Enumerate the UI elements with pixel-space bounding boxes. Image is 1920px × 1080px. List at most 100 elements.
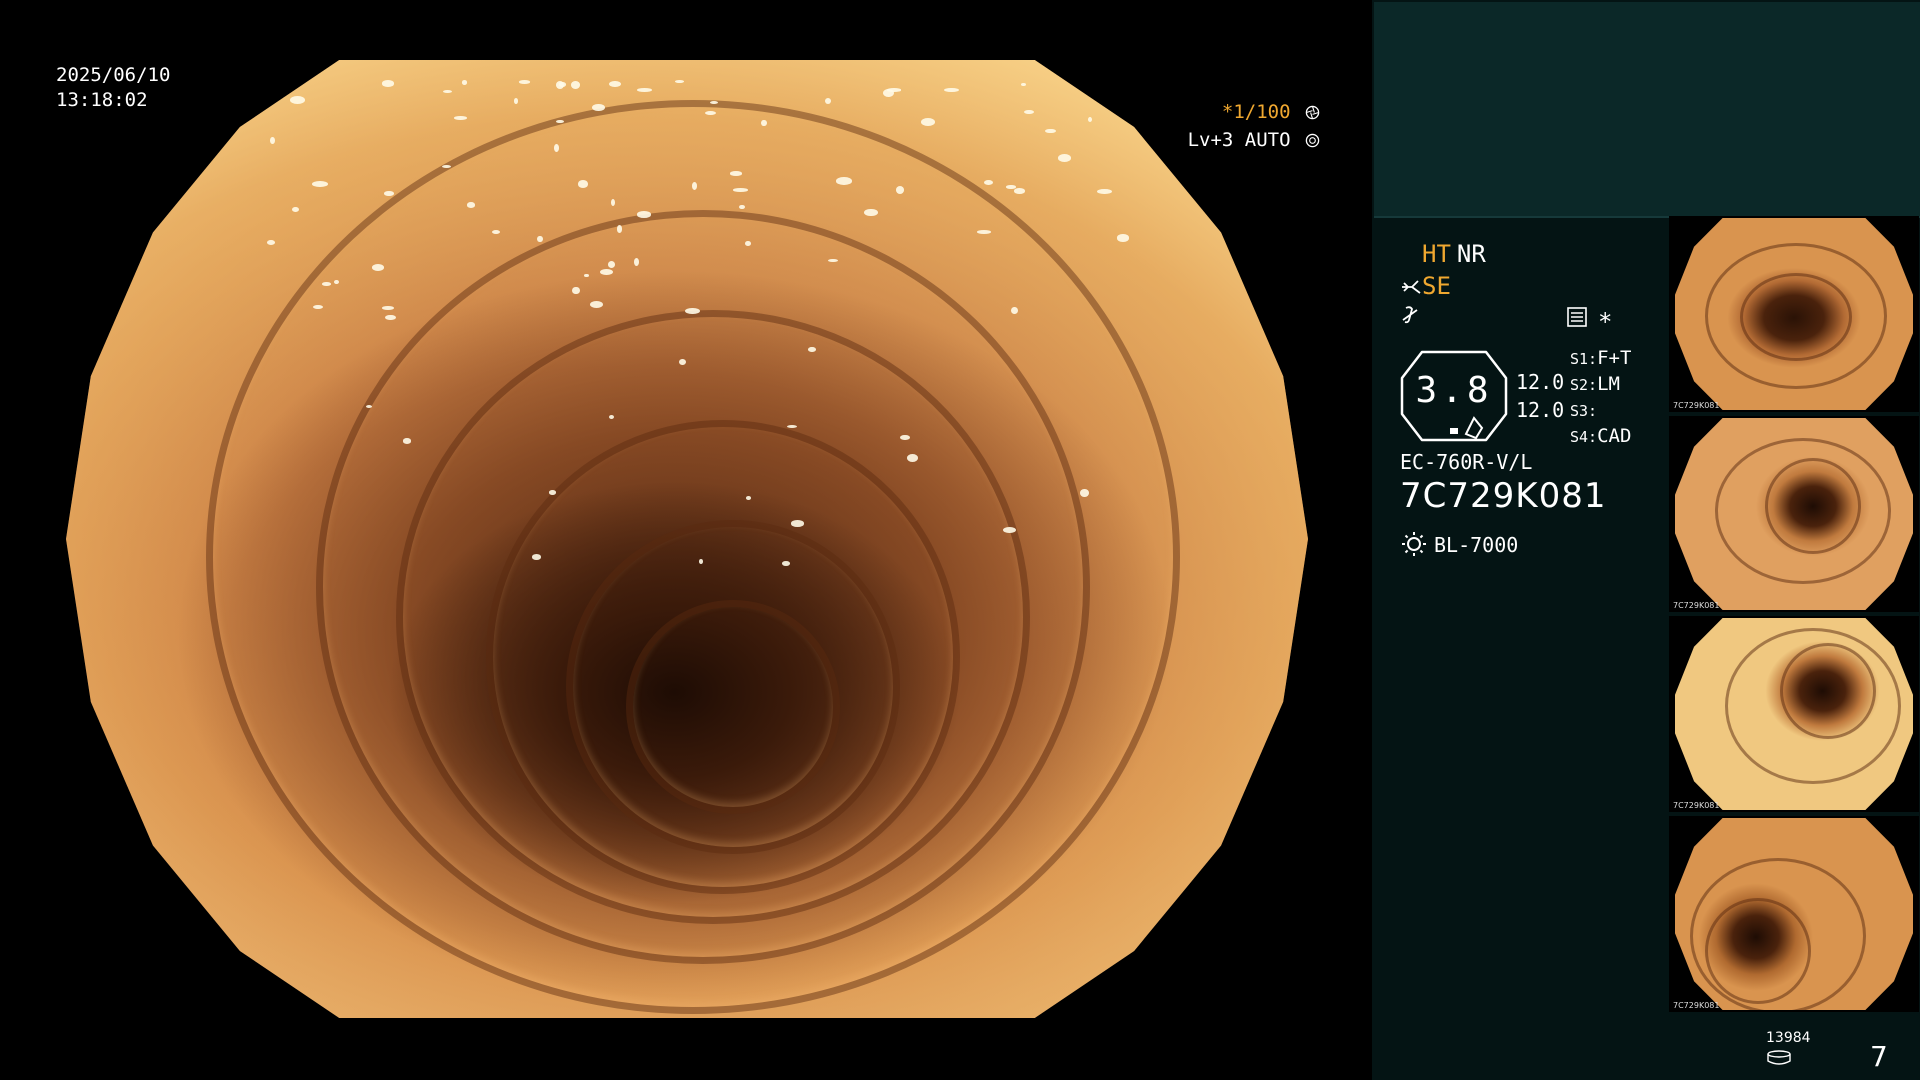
- zoom-value: 3.8: [1415, 370, 1493, 411]
- thumbnail-image: [1675, 618, 1913, 810]
- scope-serial: 7C729K081: [1400, 476, 1607, 516]
- pressure-value: 12.0: [1516, 370, 1565, 394]
- disk-icon: [1767, 1050, 1791, 1065]
- thumbnail[interactable]: 7C729K081: [1669, 816, 1919, 1012]
- glare-spot: [443, 89, 453, 94]
- switch-row: S1:F+T: [1570, 346, 1631, 372]
- thumbnail-image: [1675, 218, 1913, 410]
- switch-value: LM: [1597, 373, 1620, 395]
- glare-spot: [321, 282, 331, 286]
- lamp-icon: [1402, 532, 1426, 556]
- shutter-speed: *1/100: [1221, 101, 1291, 123]
- aperture-icon: [1305, 105, 1320, 120]
- mucosal-fold: [1705, 898, 1811, 1004]
- timestamp: 2025/06/10 13:18:02: [56, 63, 170, 113]
- glare-spot: [1021, 83, 1027, 87]
- glare-spot: [383, 191, 394, 196]
- switch-value: CAD: [1597, 425, 1632, 447]
- switch-key: S2:: [1570, 376, 1598, 394]
- glare-spot: [906, 454, 918, 462]
- asterisk-icon: *: [1598, 308, 1613, 336]
- glare-spot: [679, 358, 686, 366]
- glare-spot: [636, 87, 653, 92]
- info-panel: HT NR SE * 3.8 12.0 12.0 S1:F+T S2:LM S3…: [1372, 0, 1920, 1080]
- glare-spot: [1113, 95, 1123, 100]
- glare-spot: [808, 347, 816, 353]
- glare-spot: [333, 279, 339, 285]
- glare-spot: [570, 81, 581, 90]
- glare-spot: [555, 81, 564, 90]
- glare-spot: [290, 96, 306, 104]
- glare-spot: [381, 80, 395, 87]
- thumbnail[interactable]: 7C729K081: [1669, 416, 1919, 612]
- glare-spot: [1117, 234, 1129, 242]
- glare-spot: [983, 180, 994, 186]
- thumbnail-caption: 7C729K081: [1673, 601, 1720, 610]
- glare-spot: [1011, 306, 1018, 314]
- glare-spot: [710, 100, 719, 104]
- glare-spot: [1057, 154, 1071, 162]
- thumbnail-caption: 7C729K081: [1673, 401, 1720, 410]
- glare-spot: [536, 235, 543, 243]
- thumbnail[interactable]: 7C729K081: [1669, 216, 1919, 412]
- switch-assignments: S1:F+T S2:LM S3: S4:CAD: [1570, 346, 1631, 450]
- brightness-level: Lv+3 AUTO: [1187, 129, 1291, 151]
- glare-spot: [761, 119, 767, 127]
- glare-spot: [883, 89, 895, 98]
- glare-spot: [920, 118, 935, 126]
- pressure-value: 12.0: [1516, 398, 1565, 422]
- glare-spot: [454, 116, 468, 120]
- thumbnail-image: [1675, 418, 1913, 610]
- freeze-icon: [1402, 306, 1418, 324]
- thumbnail-caption: 7C729K081: [1673, 801, 1720, 810]
- light-source: BL-7000: [1400, 530, 1518, 558]
- glare-spot: [732, 188, 748, 192]
- thumbnail[interactable]: 7C729K081: [1669, 616, 1919, 812]
- glare-spot: [896, 185, 905, 194]
- glare-spot: [270, 136, 275, 144]
- se-row: SE: [1400, 272, 1451, 300]
- glare-spot: [1087, 116, 1092, 122]
- freeze-row: [1400, 304, 1420, 330]
- nr-label: NR: [1456, 240, 1486, 268]
- glare-spot: [746, 495, 752, 500]
- glare-spot: [608, 414, 614, 420]
- se-label: SE: [1422, 272, 1451, 300]
- mucosal-fold: [1740, 273, 1852, 361]
- glare-spot: [1097, 189, 1112, 195]
- glare-spot: [1044, 128, 1056, 134]
- mucosal-fold: [626, 600, 840, 814]
- glare-spot: [531, 554, 542, 560]
- switch-key: S3:: [1570, 402, 1598, 420]
- date-label: 2025/06/10: [56, 64, 171, 86]
- glare-spot: [636, 211, 652, 218]
- glare-spot: [491, 229, 500, 234]
- glare-spot: [248, 94, 263, 103]
- glare-spot: [1003, 526, 1017, 533]
- glare-spot: [1024, 109, 1034, 114]
- image-count: 7: [1870, 1040, 1888, 1073]
- settings-row: *: [1566, 306, 1612, 336]
- mode-row: HT NR: [1422, 240, 1486, 268]
- glare-spot: [313, 304, 324, 309]
- light-source-label: BL-7000: [1434, 533, 1519, 557]
- switch-row: S2:LM: [1570, 372, 1631, 398]
- pressure-values: 12.0 12.0: [1516, 368, 1564, 424]
- glare-spot: [836, 177, 852, 185]
- glare-spot: [466, 202, 476, 208]
- switch-key: S1:: [1570, 350, 1598, 368]
- settings-list-icon: [1566, 306, 1588, 332]
- panel-header-area: [1374, 2, 1920, 218]
- storage-counter: 13984: [1766, 1030, 1811, 1065]
- ht-label: HT: [1422, 240, 1451, 268]
- glare-spot: [402, 438, 412, 444]
- glare-spot: [291, 206, 300, 213]
- capture-thumbnails: 7C729K081 7C729K081 7C729K081 7C729K081: [1669, 216, 1919, 1016]
- endoscope-viewport: 2025/06/10 13:18:02 *1/100 Lv+3 AUTO: [0, 0, 1372, 1080]
- exposure-info: *1/100 Lv+3 AUTO: [1188, 98, 1320, 154]
- glare-spot: [691, 182, 697, 190]
- glare-spot: [554, 144, 559, 152]
- storage-count: 13984: [1766, 1030, 1811, 1046]
- glare-spot: [385, 314, 396, 321]
- switch-row: S4:CAD: [1570, 424, 1631, 450]
